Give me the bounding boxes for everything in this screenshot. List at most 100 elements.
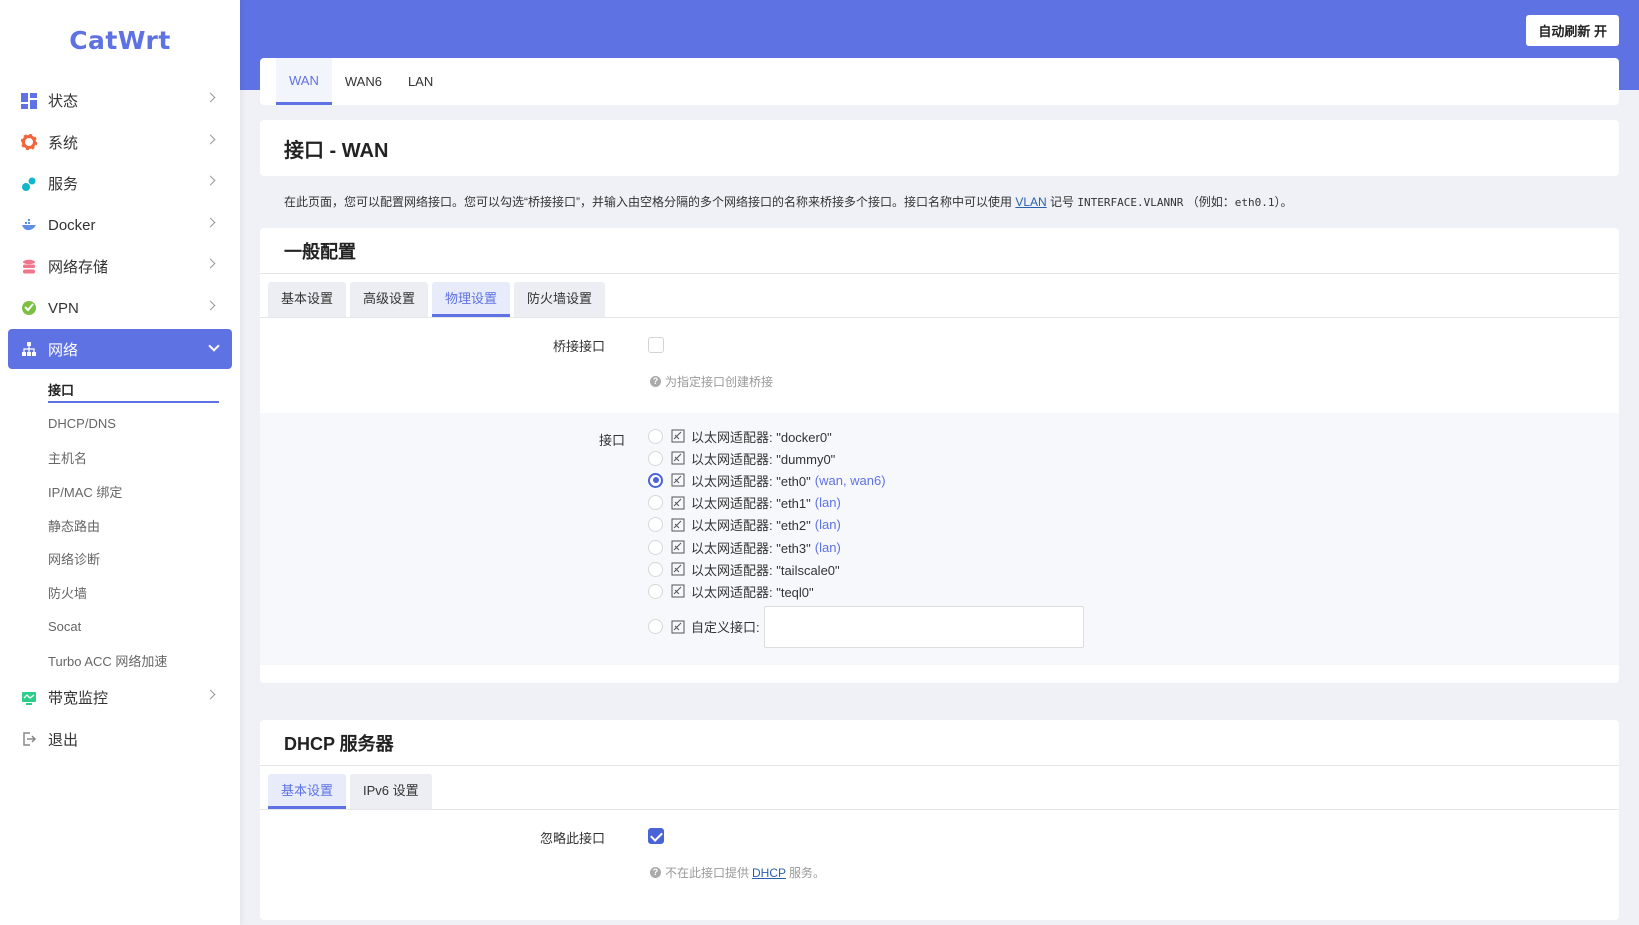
interface-option-teql0[interactable]: 以太网适配器: "teql0" (648, 580, 1084, 602)
submenu-item-hostnames[interactable]: 主机名 (0, 441, 240, 475)
sidebar-item-vpn[interactable]: VPN (0, 288, 240, 330)
description-text: ）。 (1274, 195, 1293, 209)
sidebar-item-network[interactable]: 网络 (8, 329, 232, 369)
radio-button[interactable] (648, 583, 663, 599)
ethernet-icon (671, 540, 685, 554)
bottom-menu: 带宽监控 退出 (0, 677, 240, 760)
bridge-checkbox[interactable] (648, 337, 664, 353)
chevron-right-icon (205, 175, 216, 186)
interface-name: 以太网适配器: "eth3" (691, 540, 811, 556)
puzzle-icon (20, 175, 38, 193)
radio-button[interactable] (648, 539, 663, 555)
sidebar-item-label: 状态 (48, 93, 79, 111)
tab-advanced-settings[interactable]: 高级设置 (350, 282, 429, 317)
sidebar-item-system[interactable]: 系统 (0, 122, 240, 164)
page-title: 接口 - WAN (260, 120, 1619, 176)
general-config-section: 一般配置 基本设置 高级设置 物理设置 防火墙设置 桥接接口 ? 为指定接口创建… (260, 228, 1619, 683)
tab-physical-settings[interactable]: 物理设置 (432, 282, 511, 317)
chevron-right-icon (205, 217, 216, 227)
tab-wan6[interactable]: WAN6 (332, 58, 395, 105)
chevron-down-icon (208, 340, 220, 352)
interface-zone: (lan) (814, 495, 841, 511)
sidebar-item-bandwidth[interactable]: 带宽监控 (0, 677, 240, 719)
ignore-interface-hint: ? 不在此接口提供 DHCP 服务。 (650, 864, 825, 881)
auto-refresh-button[interactable]: 自动刷新 开 (1526, 15, 1619, 46)
vlan-link[interactable]: VLAN (1015, 195, 1046, 209)
storage-icon (20, 258, 38, 276)
interface-name: 以太网适配器: "eth1" (691, 496, 811, 512)
interface-label: 接口 (598, 433, 625, 448)
radio-button[interactable] (648, 428, 663, 444)
interface-selection-area: 接口 以太网适配器: "docker0" 以太网适配器: "dummy0" 以太… (260, 413, 1619, 665)
radio-button[interactable] (648, 450, 663, 466)
interface-option-eth3[interactable]: 以太网适配器: "eth3" (lan) (648, 536, 1084, 558)
submenu-item-interfaces[interactable]: 接口 (0, 373, 240, 407)
sidebar-item-logout[interactable]: 退出 (0, 719, 240, 761)
interface-option-eth1[interactable]: 以太网适配器: "eth1" (lan) (648, 492, 1084, 514)
logout-icon (20, 730, 38, 748)
submenu-item-ip-mac-binding[interactable]: IP/MAC 绑定 (0, 474, 240, 508)
radio-button-selected[interactable] (648, 472, 663, 488)
docker-icon (20, 216, 38, 234)
description-text: 记号 (1050, 195, 1075, 209)
interface-zone: (wan, wan6) (814, 472, 886, 488)
submenu-item-dhcp-dns[interactable]: DHCP/DNS (0, 407, 240, 441)
radio-button[interactable] (648, 561, 663, 577)
tab-basic-settings[interactable]: 基本设置 (268, 282, 347, 317)
sidebar-item-status[interactable]: 状态 (0, 80, 240, 122)
dhcp-tabs: 基本设置 IPv6 设置 (260, 766, 1619, 810)
interface-name: 以太网适配器: "teql0" (691, 584, 814, 600)
chevron-right-icon (205, 92, 216, 103)
submenu-item-static-routes[interactable]: 静态路由 (0, 508, 240, 542)
chevron-right-icon (205, 300, 216, 310)
sidebar-item-storage[interactable]: 网络存储 (0, 246, 240, 288)
custom-interface-label: 自定义接口: (691, 620, 760, 635)
help-icon: ? (650, 867, 661, 878)
tab-firewall-settings[interactable]: 防火墙设置 (514, 282, 606, 317)
tab-dhcp-ipv6[interactable]: IPv6 设置 (350, 774, 432, 809)
interface-option-eth0[interactable]: 以太网适配器: "eth0" (wan, wan6) (648, 469, 1084, 491)
sidebar-item-label: 带宽监控 (48, 690, 109, 708)
tab-lan[interactable]: LAN (395, 58, 446, 105)
bridge-hint: ? 为指定接口创建桥接 (650, 373, 773, 390)
hint-text: 为指定接口创建桥接 (665, 375, 774, 389)
interface-option-eth2[interactable]: 以太网适配器: "eth2" (lan) (648, 514, 1084, 536)
submenu-item-firewall[interactable]: 防火墙 (0, 576, 240, 610)
radio-button[interactable] (648, 619, 663, 634)
interface-name: 以太网适配器: "tailscale0" (691, 562, 840, 578)
dashboard-icon (20, 92, 38, 110)
sidebar-item-services[interactable]: 服务 (0, 163, 240, 205)
tab-wan[interactable]: WAN (276, 58, 332, 105)
section-title: 一般配置 (260, 228, 1619, 274)
ethernet-icon (671, 496, 685, 510)
sidebar-item-docker[interactable]: Docker (0, 205, 240, 247)
interface-option-tailscale0[interactable]: 以太网适配器: "tailscale0" (648, 558, 1084, 580)
custom-interface-option[interactable]: 自定义接口: (648, 605, 1084, 648)
ethernet-icon (671, 473, 685, 487)
interface-option-docker0[interactable]: 以太网适配器: "docker0" (648, 425, 1084, 447)
interface-radio-list: 以太网适配器: "docker0" 以太网适配器: "dummy0" 以太网适配… (648, 425, 1084, 648)
radio-button[interactable] (648, 495, 663, 511)
ethernet-icon (671, 562, 685, 576)
gear-icon (20, 133, 38, 151)
sidebar-item-label: 服务 (48, 176, 79, 194)
tab-dhcp-basic[interactable]: 基本设置 (268, 774, 347, 809)
description-text: 在此页面，您可以配置网络接口。您可以勾选“桥接接口”，并输入由空格分隔的多个网络… (284, 195, 1012, 209)
app-logo[interactable]: CatWrt (0, 0, 240, 80)
ethernet-icon (671, 518, 685, 532)
dhcp-link[interactable]: DHCP (752, 866, 786, 880)
submenu-item-turbo-acc[interactable]: Turbo ACC 网络加速 (0, 643, 240, 677)
section-title: DHCP 服务器 (260, 720, 1619, 766)
chevron-right-icon (205, 258, 216, 269)
sidebar-item-label: 退出 (48, 731, 79, 749)
description-code: eth0.1 (1234, 196, 1275, 209)
custom-interface-input[interactable] (763, 605, 1084, 648)
ethernet-icon (671, 620, 685, 633)
submenu-item-socat[interactable]: Socat (0, 610, 240, 644)
ignore-interface-checkbox[interactable] (648, 828, 664, 844)
submenu-item-diagnostics[interactable]: 网络诊断 (0, 542, 240, 576)
main-menu: 状态 系统 服务 Docker 网络存储 VPN 网络 (0, 80, 240, 369)
radio-button[interactable] (648, 517, 663, 533)
sidebar-item-label: VPN (48, 299, 79, 317)
interface-option-dummy0[interactable]: 以太网适配器: "dummy0" (648, 447, 1084, 469)
